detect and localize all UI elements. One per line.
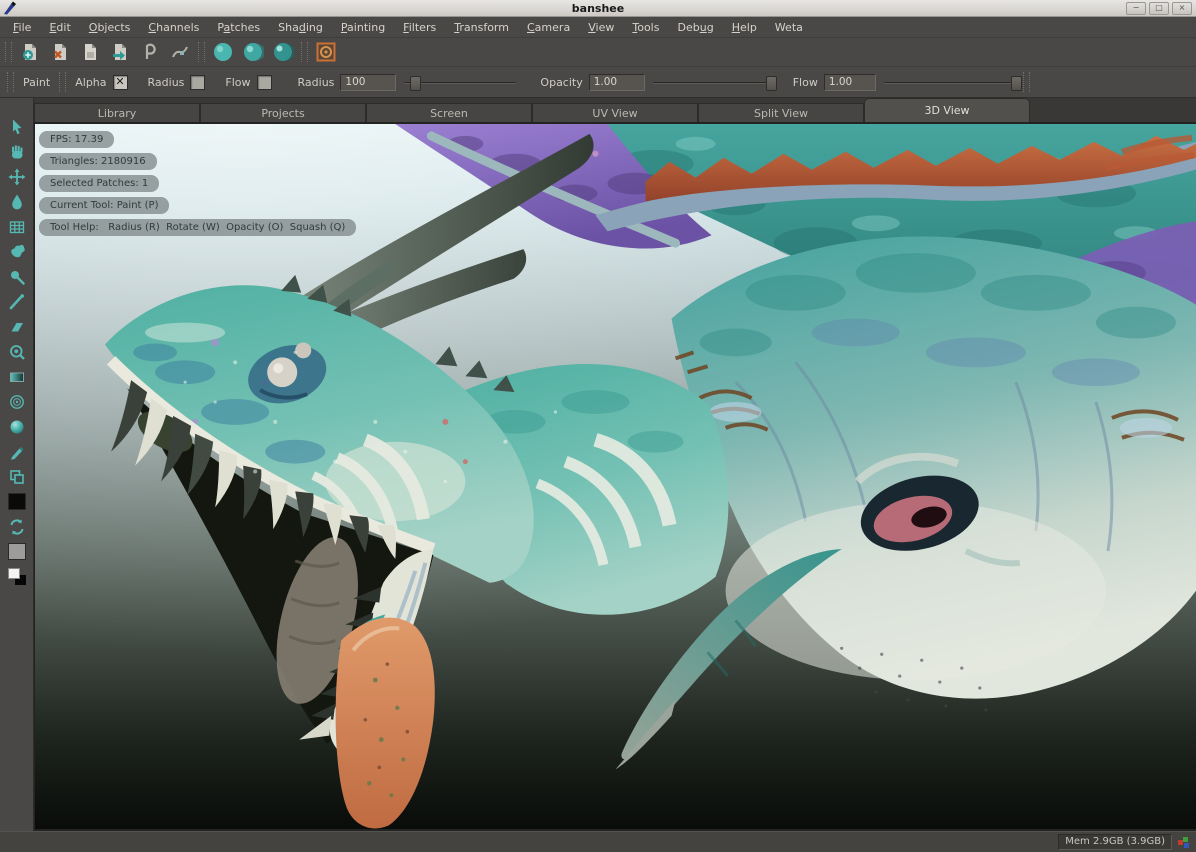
gradient-icon[interactable] (4, 364, 30, 389)
hud-fps: FPS: 17.39 (39, 131, 114, 148)
menu-bar: FileEditObjectsChannelsPatchesShadingPai… (0, 17, 1196, 38)
toolbar-drag-handle[interactable] (59, 72, 66, 92)
main-area: LibraryProjectsScreenUV ViewSplit View3D… (0, 98, 1196, 831)
zoom-region-icon[interactable] (4, 339, 30, 364)
pan-hand-icon[interactable] (4, 139, 30, 164)
alpha-checkbox[interactable]: ✕ (113, 75, 128, 90)
radius-jitter-label: Radius (148, 76, 185, 89)
foreground-color-swatch[interactable] (4, 489, 30, 514)
menu-weta[interactable]: Weta (766, 21, 812, 34)
menu-camera[interactable]: Camera (518, 21, 579, 34)
status-bar: Mem 2.9GB (3.9GB) (0, 831, 1196, 852)
close-project-icon[interactable] (48, 40, 72, 64)
flow-jitter-label: Flow (225, 76, 250, 89)
radius-slider-handle[interactable] (410, 76, 421, 91)
stroke-icon[interactable] (4, 289, 30, 314)
close-button[interactable]: × (1172, 2, 1192, 15)
vector-brush-icon[interactable] (168, 40, 192, 64)
reset-colors-icon[interactable] (4, 564, 30, 589)
radius-field[interactable]: 100 (340, 74, 396, 91)
toolbar-drag-handle[interactable] (5, 42, 12, 62)
move-icon[interactable] (4, 164, 30, 189)
select-icon[interactable] (4, 114, 30, 139)
flow-label: Flow (793, 76, 818, 89)
tab-library[interactable]: Library (34, 103, 200, 122)
mesh-icon[interactable] (4, 214, 30, 239)
maximize-button[interactable]: □ (1149, 2, 1169, 15)
title-bar[interactable]: banshee −□× (0, 0, 1196, 17)
flow-slider[interactable] (884, 75, 1020, 90)
main-toolbar (0, 38, 1196, 67)
sphere-brush-icon[interactable] (4, 414, 30, 439)
radius-jitter-checkbox[interactable] (190, 75, 205, 90)
menu-tools[interactable]: Tools (623, 21, 668, 34)
opacity-field[interactable]: 1.00 (589, 74, 645, 91)
toolbar-drag-handle[interactable] (7, 72, 14, 92)
menu-channels[interactable]: Channels (139, 21, 208, 34)
app-window: banshee −□× FileEditObjectsChannelsPatch… (0, 0, 1196, 852)
toolbar-drag-handle[interactable] (301, 42, 308, 62)
projection-target-icon[interactable] (314, 40, 338, 64)
hud-triangles: Triangles: 2180916 (39, 153, 157, 170)
paint-property-bar: Paint Alpha ✕ Radius Flow Radius 100 Opa… (0, 67, 1196, 98)
menu-debug[interactable]: Debug (668, 21, 722, 34)
shading-full-sphere-icon[interactable] (271, 40, 295, 64)
view-tabs: LibraryProjectsScreenUV ViewSplit View3D… (34, 98, 1196, 122)
pencil-icon[interactable] (4, 439, 30, 464)
flow-slider-handle[interactable] (1011, 76, 1022, 91)
tab-split-view[interactable]: Split View (698, 103, 864, 122)
hud-tool-help: Tool Help: Radius (R) Rotate (W) Opacity… (39, 219, 356, 236)
menu-file[interactable]: File (4, 21, 40, 34)
radius-label: Radius (298, 76, 335, 89)
pin-icon[interactable] (4, 264, 30, 289)
save-project-icon[interactable] (78, 40, 102, 64)
alpha-label: Alpha (75, 76, 106, 89)
tool-column (0, 98, 34, 831)
opacity-slider[interactable] (653, 75, 775, 90)
toolbar-drag-handle[interactable] (198, 42, 205, 62)
paint-drop-icon[interactable] (4, 189, 30, 214)
menu-view[interactable]: View (579, 21, 623, 34)
background-color-swatch[interactable] (4, 539, 30, 564)
memory-status: Mem 2.9GB (3.9GB) (1058, 834, 1172, 850)
tab-screen[interactable]: Screen (366, 103, 532, 122)
hud-current-tool: Current Tool: Paint (P) (39, 197, 169, 214)
shading-flat-sphere-icon[interactable] (211, 40, 235, 64)
menu-painting[interactable]: Painting (332, 21, 394, 34)
window-title: banshee (0, 2, 1196, 15)
menu-edit[interactable]: Edit (40, 21, 79, 34)
opacity-label: Opacity (540, 76, 582, 89)
menu-shading[interactable]: Shading (269, 21, 332, 34)
view-area: LibraryProjectsScreenUV ViewSplit View3D… (34, 98, 1196, 831)
tab-uv-view[interactable]: UV View (532, 103, 698, 122)
smudge-icon[interactable] (4, 239, 30, 264)
import-object-icon[interactable] (108, 40, 132, 64)
menu-transform[interactable]: Transform (445, 21, 518, 34)
hud-selected-patches: Selected Patches: 1 (39, 175, 159, 192)
radius-slider[interactable] (404, 75, 516, 90)
viewport-3d[interactable]: FPS: 17.39 Triangles: 2180916 Selected Pat… (34, 122, 1196, 831)
clone-patch-icon[interactable] (4, 464, 30, 489)
eraser-icon[interactable] (4, 314, 30, 339)
color-status-icon (1178, 836, 1190, 848)
tab-3d-view[interactable]: 3D View (864, 98, 1030, 122)
tab-projects[interactable]: Projects (200, 103, 366, 122)
menu-filters[interactable]: Filters (394, 21, 445, 34)
current-tool-label: Paint (23, 76, 50, 89)
menu-patches[interactable]: Patches (208, 21, 269, 34)
window-controls: −□× (1126, 2, 1196, 15)
shading-basic-sphere-icon[interactable] (241, 40, 265, 64)
minimize-button[interactable]: − (1126, 2, 1146, 15)
new-project-icon[interactable] (18, 40, 42, 64)
hud: FPS: 17.39 Triangles: 2180916 Selected Pat… (39, 131, 356, 241)
soft-brush-icon[interactable] (4, 389, 30, 414)
opacity-slider-handle[interactable] (766, 76, 777, 91)
swap-colors-icon[interactable] (4, 514, 30, 539)
paint-through-icon[interactable] (138, 40, 162, 64)
flow-field[interactable]: 1.00 (824, 74, 876, 91)
menu-objects[interactable]: Objects (80, 21, 140, 34)
menu-help[interactable]: Help (723, 21, 766, 34)
toolbar-drag-handle[interactable] (1023, 72, 1030, 92)
flow-jitter-checkbox[interactable] (257, 75, 272, 90)
